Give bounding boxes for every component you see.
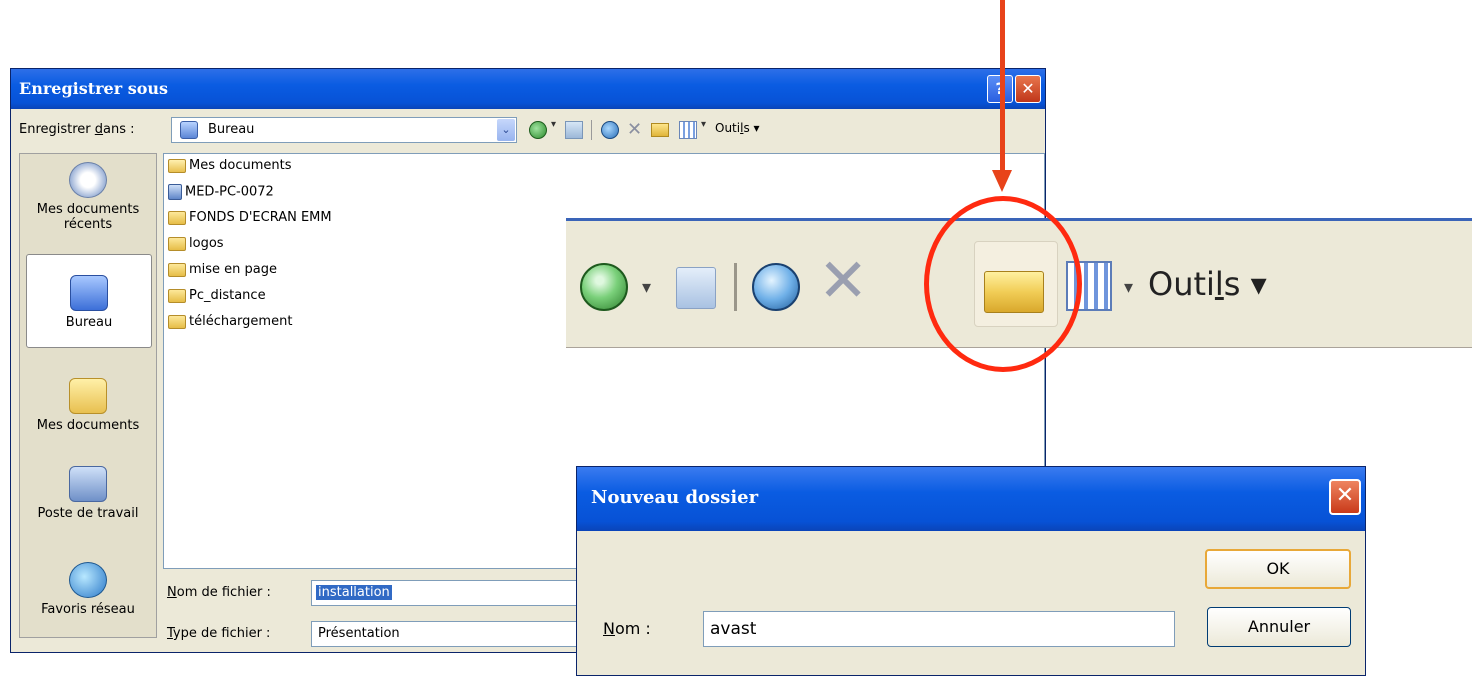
tools-menu[interactable]: Outils ▾ (1148, 265, 1267, 303)
list-item[interactable]: logos (168, 236, 224, 258)
desktop-icon (180, 121, 198, 139)
save-in-label: Enregistrer dans : (19, 122, 135, 137)
tools-dropdown-icon: ▾ (753, 121, 760, 135)
file-name: mise en page (189, 262, 278, 277)
file-name: Mes documents (189, 158, 292, 173)
save-in-label-text-end: ans : (103, 122, 135, 137)
filename-input[interactable]: installation (311, 580, 611, 606)
list-item[interactable]: mise en page (168, 262, 277, 284)
cancel-button[interactable]: Annuler (1207, 607, 1351, 647)
save-in-label-accesskey: d (94, 122, 104, 137)
tools-text-end: s (743, 121, 750, 135)
folder-name-input[interactable]: avast (703, 611, 1175, 647)
filetype-label: Type de fichier : (167, 626, 270, 641)
save-in-label-text: Enregistrer (19, 122, 95, 137)
filetype-combobox[interactable]: Présentation (311, 621, 611, 647)
desktop-icon (70, 275, 108, 311)
new-folder-dialog: Nouveau dossier ✕ OK Annuler Nom : avast (576, 466, 1366, 676)
place-label: Favoris réseau (41, 602, 135, 617)
folder-icon (168, 262, 186, 277)
views-dropdown-icon[interactable]: ▾ (1124, 277, 1133, 298)
back-dropdown-icon[interactable]: ▾ (642, 277, 651, 298)
tools-accesskey: l (1214, 265, 1224, 303)
places-bar: Mes documents récents Bureau Mes documen… (19, 153, 157, 638)
filetype-value: Présentation (318, 626, 400, 641)
delete-icon[interactable]: ✕ (627, 119, 642, 140)
filetype-label-text: ype de fichier : (172, 626, 271, 641)
place-my-computer[interactable]: Poste de travail (24, 466, 152, 521)
list-item[interactable]: Pc_distance (168, 288, 266, 310)
file-name: FONDS D'ECRAN EMM (189, 210, 332, 225)
back-icon[interactable] (580, 263, 628, 311)
delete-icon[interactable]: ✕ (818, 251, 868, 311)
place-my-documents[interactable]: Mes documents (24, 378, 152, 433)
toolbar-separator (734, 263, 737, 311)
new-folder-title: Nouveau dossier (591, 487, 759, 508)
tools-dropdown-icon: ▾ (1250, 265, 1267, 303)
save-as-titlebar[interactable]: Enregistrer sous ? ✕ (11, 69, 1045, 109)
folder-icon (168, 210, 186, 225)
file-name: Pc_distance (189, 288, 266, 303)
computer-icon (168, 184, 182, 200)
place-network[interactable]: Favoris réseau (24, 562, 152, 617)
folder-icon (168, 236, 186, 251)
file-name: MED-PC-0072 (185, 184, 274, 200)
folder-name-label: Nom : (603, 619, 651, 638)
place-label: Mes documents (36, 418, 140, 433)
list-item[interactable]: FONDS D'ECRAN EMM (168, 210, 332, 232)
save-in-value: Bureau (208, 122, 255, 137)
folder-icon (168, 314, 186, 329)
file-name: logos (189, 236, 224, 251)
tools-text-end: s (1223, 265, 1241, 303)
place-recent-documents[interactable]: Mes documents récents (24, 162, 152, 232)
annotation-arrowhead-icon (992, 170, 1012, 192)
my-documents-icon (168, 158, 186, 173)
folder-name-label-text: om : (614, 619, 651, 638)
file-name: téléchargement (189, 314, 293, 329)
new-folder-titlebar[interactable]: Nouveau dossier ✕ (577, 467, 1365, 531)
filename-value: installation (316, 585, 392, 600)
close-button[interactable]: ✕ (1015, 75, 1041, 103)
save-in-combobox[interactable]: Bureau ⌄ (171, 117, 517, 143)
tools-text: Outi (1148, 265, 1215, 303)
filename-label-text: om de fichier : (176, 585, 271, 600)
up-folder-icon[interactable] (676, 267, 716, 309)
list-item[interactable]: MED-PC-0072 (168, 184, 274, 206)
chevron-down-icon[interactable]: ⌄ (497, 119, 515, 141)
tools-text: Outi (715, 121, 741, 135)
place-label: Poste de travail (37, 506, 139, 521)
recent-documents-icon (69, 162, 107, 198)
place-label: Bureau (65, 315, 113, 330)
filename-label: Nom de fichier : (167, 585, 271, 600)
place-desktop[interactable]: Bureau (26, 254, 152, 348)
save-as-title: Enregistrer sous (19, 79, 169, 98)
ok-button[interactable]: OK (1205, 549, 1351, 589)
toolbar-separator (591, 120, 592, 140)
tools-menu[interactable]: Outils ▾ (715, 121, 760, 135)
list-item[interactable]: téléchargement (168, 314, 292, 336)
views-dropdown-icon[interactable]: ▾ (701, 119, 706, 130)
back-icon[interactable] (529, 121, 547, 139)
annotation-arrow-icon (1000, 0, 1005, 172)
up-folder-icon[interactable] (565, 121, 583, 139)
network-places-icon (69, 562, 107, 598)
my-documents-icon (69, 378, 107, 414)
folder-name-value: avast (710, 619, 757, 639)
place-label: Mes documents récents (36, 202, 140, 232)
folder-name-accesskey: N (603, 619, 615, 638)
new-folder-close-button[interactable]: ✕ (1329, 479, 1361, 515)
my-computer-icon (69, 466, 107, 502)
search-web-icon[interactable] (601, 121, 619, 139)
folder-icon (168, 288, 186, 303)
search-web-icon[interactable] (752, 263, 800, 311)
annotation-circle (924, 196, 1082, 372)
back-dropdown-icon[interactable]: ▾ (551, 119, 556, 130)
views-icon[interactable] (679, 121, 697, 139)
filename-accesskey: N (167, 585, 177, 600)
new-folder-icon[interactable] (651, 123, 669, 137)
list-item[interactable]: Mes documents (168, 158, 291, 180)
